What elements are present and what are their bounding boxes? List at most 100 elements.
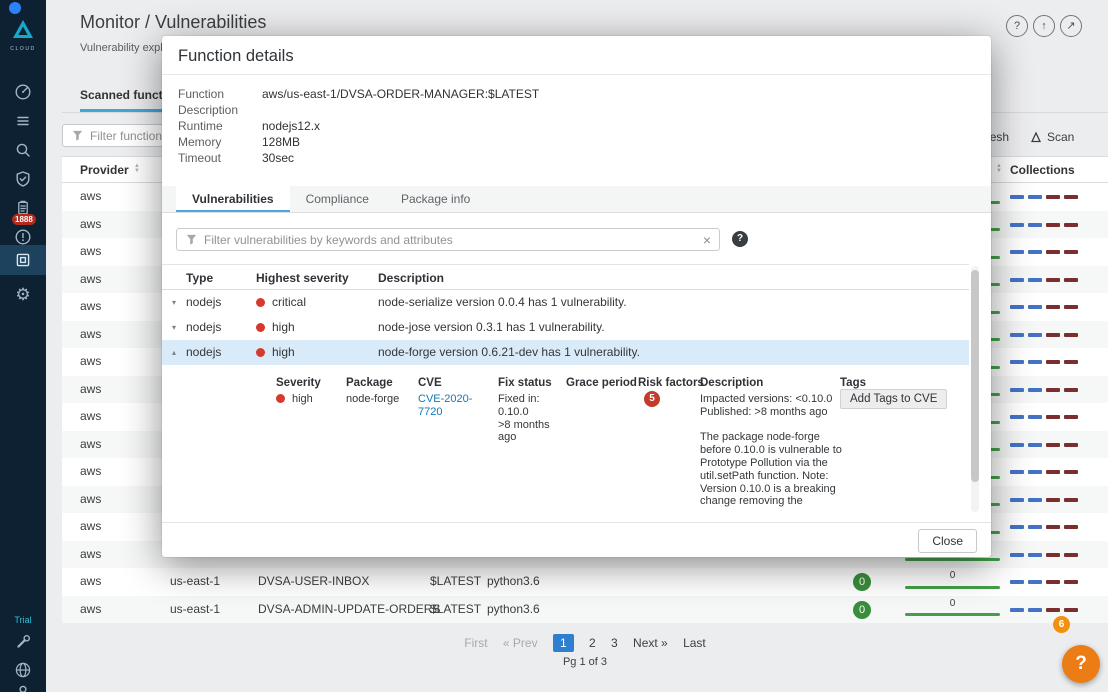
search-icon (14, 141, 32, 159)
detail-header-risk-factors: Risk factors (638, 377, 704, 389)
pagination-first[interactable]: First (464, 636, 487, 650)
vulnerability-row-expanded[interactable]: ▴ nodejs high node-forge version 0.6.21-… (162, 340, 969, 365)
funnel-icon (71, 129, 84, 142)
collection-dash (1046, 388, 1060, 392)
logo-label: CLOUD (0, 46, 46, 52)
collection-dash (1064, 498, 1078, 502)
vulnerabilities-filter[interactable]: × (176, 228, 720, 251)
collection-dash (1028, 360, 1042, 364)
cell-function-name: DVSA-USER-INBOX (258, 568, 369, 596)
collection-dash (1064, 250, 1078, 254)
app-logo[interactable]: CLOUD (0, 18, 46, 52)
cell-description: node-forge version 0.6.21-dev has 1 vuln… (378, 340, 640, 365)
modal-tabbar: Vulnerabilities Compliance Package info (162, 186, 991, 213)
sidebar-item-compliance[interactable] (0, 165, 46, 193)
collection-dash (1010, 443, 1024, 447)
collection-dash (1064, 415, 1078, 419)
help-circle-icon[interactable]: ? (1006, 15, 1028, 37)
column-header-description[interactable]: Description (378, 265, 444, 291)
collection-dash (1028, 443, 1042, 447)
scan-button[interactable]: Scan (1030, 130, 1074, 144)
table-row[interactable]: aws us-east-1 DVSA-USER-INBOX $LATEST py… (62, 568, 1108, 596)
cell-type: nodejs (186, 290, 221, 315)
column-header-collections[interactable]: Collections (1010, 157, 1075, 183)
vulnerability-detail-panel: Severity Package CVE Fix status Grace pe… (162, 365, 969, 510)
cve-link[interactable]: CVE-2020-7720 (418, 393, 480, 419)
pagination-prev[interactable]: « Prev (503, 636, 538, 650)
page-title: Monitor / Vulnerabilities (80, 12, 266, 33)
detail-severity: high (276, 393, 313, 406)
sidebar-item-compute[interactable] (0, 245, 46, 275)
pagination-last[interactable]: Last (683, 636, 706, 650)
sort-icon[interactable]: ▲▼ (996, 164, 1002, 174)
sort-icon[interactable]: ▲▼ (134, 164, 140, 174)
share-icon[interactable]: ↗ (1060, 15, 1082, 37)
chevron-down-icon[interactable]: ▾ (172, 290, 176, 315)
risk-factors-badge[interactable]: 5 (644, 391, 660, 407)
collection-dash (1046, 553, 1060, 557)
notification-dot[interactable] (9, 2, 21, 14)
cell-provider: aws (80, 348, 101, 376)
prisma-cloud-logo-icon (10, 18, 36, 40)
collection-dash (1064, 388, 1078, 392)
column-header-type[interactable]: Type (186, 265, 213, 291)
progress-value: 0 (905, 570, 1000, 581)
function-fields: Function aws/us-east-1/DVSA-ORDER-MANAGE… (178, 86, 539, 166)
sidebar-item-settings[interactable]: ⚙ (0, 280, 46, 308)
sidebar-item-search[interactable] (0, 136, 46, 164)
pagination-next[interactable]: Next » (633, 636, 668, 650)
clear-filter-icon[interactable]: × (703, 233, 711, 247)
field-value: nodejs12.x (262, 118, 320, 134)
field-row: Runtime nodejs12.x (178, 118, 539, 134)
add-tags-button[interactable]: Add Tags to CVE (840, 389, 947, 409)
pagination-page-2[interactable]: 2 (589, 636, 596, 650)
vulnerabilities-filter-input[interactable] (204, 233, 697, 247)
filter-help-icon[interactable]: ? (732, 231, 748, 247)
cell-provider: aws (80, 376, 101, 404)
detail-header-description: Description (700, 377, 763, 389)
close-button[interactable]: Close (918, 529, 977, 553)
collection-dash (1064, 608, 1078, 612)
sidebar-item-monitor[interactable] (0, 78, 46, 106)
cell-provider: aws (80, 403, 101, 431)
chevron-down-icon[interactable]: ▾ (172, 315, 176, 340)
tab-compliance[interactable]: Compliance (290, 186, 385, 212)
table-row[interactable]: aws us-east-1 DVSA-ADMIN-UPDATE-ORDERS $… (62, 596, 1108, 624)
vuln-table-header: Type Highest severity Description (162, 264, 969, 290)
collection-dash (1046, 305, 1060, 309)
collection-dash (1028, 415, 1042, 419)
collection-dash (1064, 305, 1078, 309)
collection-dash (1046, 360, 1060, 364)
collection-dash (1064, 333, 1078, 337)
vulnerability-row[interactable]: ▾ nodejs high node-jose version 0.3.1 ha… (162, 315, 969, 340)
pagination-page-3[interactable]: 3 (611, 636, 618, 650)
sidebar-item-profile[interactable] (0, 678, 46, 692)
modal-scrollbar-thumb[interactable] (971, 270, 979, 482)
cell-provider: aws (80, 541, 101, 569)
sidebar-item-policies[interactable] (0, 107, 46, 135)
modal-title: Function details (178, 47, 294, 66)
tab-package-info[interactable]: Package info (385, 186, 486, 212)
vulnerability-row[interactable]: ▾ nodejs critical node-serialize version… (162, 290, 969, 315)
progress-value: 0 (905, 598, 1000, 609)
cell-description: node-jose version 0.3.1 has 1 vulnerabil… (378, 315, 605, 340)
chevron-up-icon[interactable]: ▴ (172, 340, 176, 365)
collection-dash (1028, 498, 1042, 502)
cell-version: $LATEST (430, 568, 481, 596)
help-fab-button[interactable]: ? (1062, 645, 1100, 683)
pagination-page-1[interactable]: 1 (553, 634, 574, 652)
collections-strip (1010, 360, 1078, 364)
sidebar-item-tools[interactable] (0, 628, 46, 656)
column-header-provider[interactable]: Provider (80, 157, 129, 183)
field-value: 128MB (262, 134, 300, 150)
collection-dash (1010, 415, 1024, 419)
cell-provider: aws (80, 513, 101, 541)
collection-dash (1028, 608, 1042, 612)
column-header-severity[interactable]: Highest severity (256, 265, 349, 291)
collection-dash (1010, 388, 1024, 392)
upload-icon[interactable]: ↑ (1033, 15, 1055, 37)
tab-vulnerabilities[interactable]: Vulnerabilities (176, 186, 290, 212)
globe-icon (14, 661, 32, 679)
list-icon (14, 112, 32, 130)
cell-region: us-east-1 (170, 568, 220, 596)
